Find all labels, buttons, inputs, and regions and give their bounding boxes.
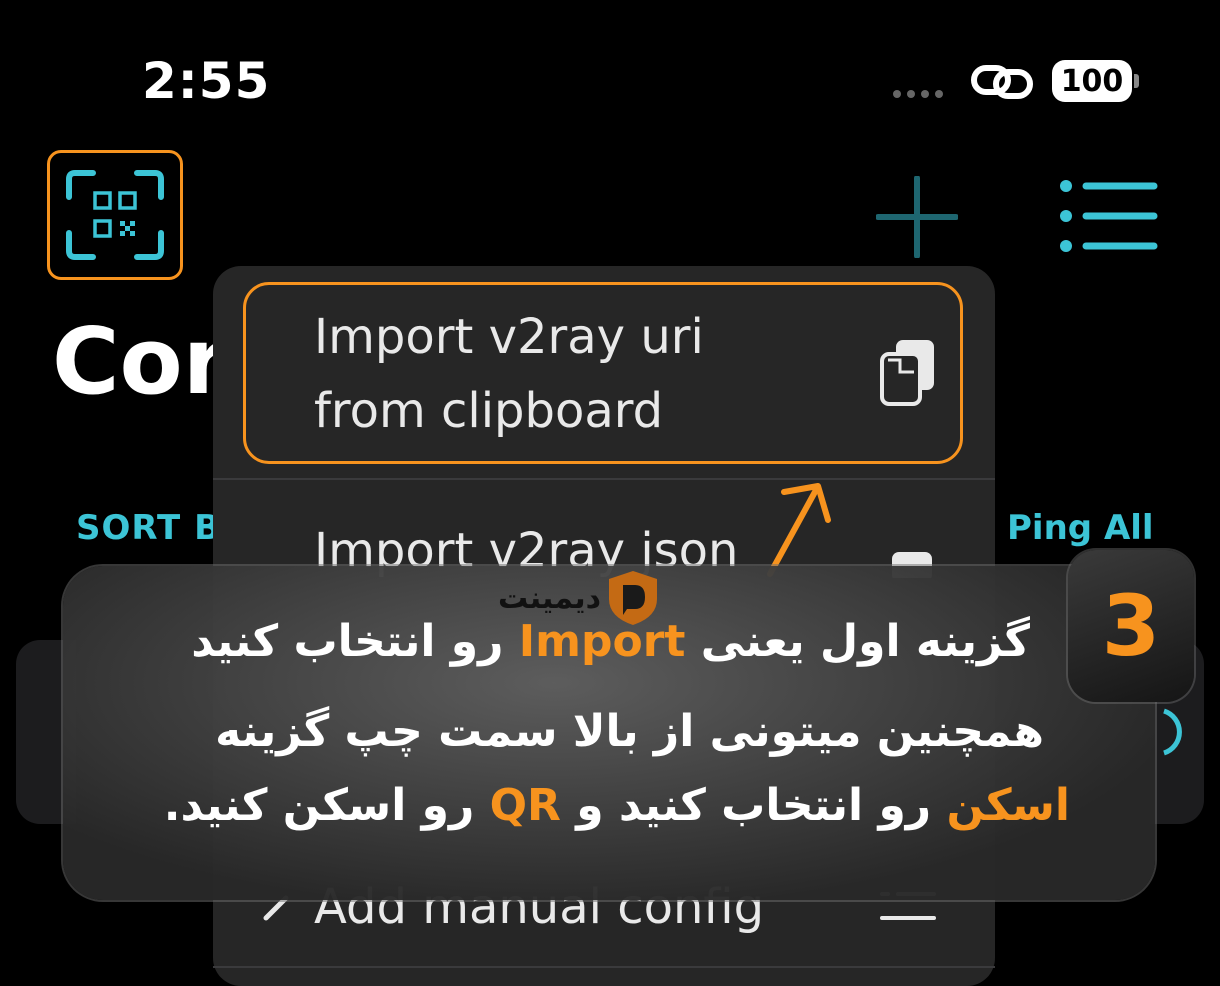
clipboard-icon <box>880 340 934 406</box>
highlight-qr: QR <box>489 780 561 831</box>
signal-icon <box>893 90 943 98</box>
sort-by-button[interactable]: SORT B <box>76 508 221 548</box>
instruction-line-3: اسکن رو انتخاب کنید و QR رو اسکن کنید. <box>164 780 1070 831</box>
highlight-scan: اسکن <box>946 780 1070 831</box>
qr-scan-icon <box>66 170 164 260</box>
instruction-text: رو انتخاب کنید و <box>560 780 947 831</box>
instruction-text: رو اسکن کنید. <box>163 780 490 831</box>
status-ring-icon <box>1163 708 1182 756</box>
status-time: 2:55 <box>142 52 271 110</box>
qr-scan-button[interactable] <box>47 150 183 280</box>
instruction-line-2: همچنین میتونی از بالا سمت چپ گزینه <box>215 706 1044 757</box>
pointer-arrow-icon <box>767 483 831 577</box>
instruction-line-1: گزینه اول یعنی Import رو انتخاب کنید <box>191 616 1030 667</box>
battery-level: 100 <box>1060 63 1124 99</box>
highlight-import: Import <box>518 616 686 667</box>
list-menu-icon[interactable] <box>1058 180 1158 252</box>
page-title: Cor <box>52 308 229 415</box>
battery-tip <box>1134 74 1139 88</box>
menu-divider <box>213 966 995 968</box>
menu-item-line: Import v2ray uri <box>314 309 704 365</box>
plus-icon[interactable] <box>876 176 958 258</box>
link-icon <box>971 65 1033 99</box>
menu-item-import-uri-label: Import v2ray uri from clipboard <box>314 300 874 448</box>
battery-indicator: 100 <box>1052 60 1132 102</box>
step-badge: 3 <box>1068 550 1194 702</box>
menu-divider <box>213 478 995 480</box>
logo-text: دیمینت <box>498 580 602 616</box>
menu-item-line: from clipboard <box>314 383 664 439</box>
instruction-text: رو انتخاب کنید <box>191 616 519 667</box>
instruction-text: گزینه اول یعنی <box>685 616 1030 667</box>
ping-all-button[interactable]: Ping All <box>1007 508 1154 548</box>
